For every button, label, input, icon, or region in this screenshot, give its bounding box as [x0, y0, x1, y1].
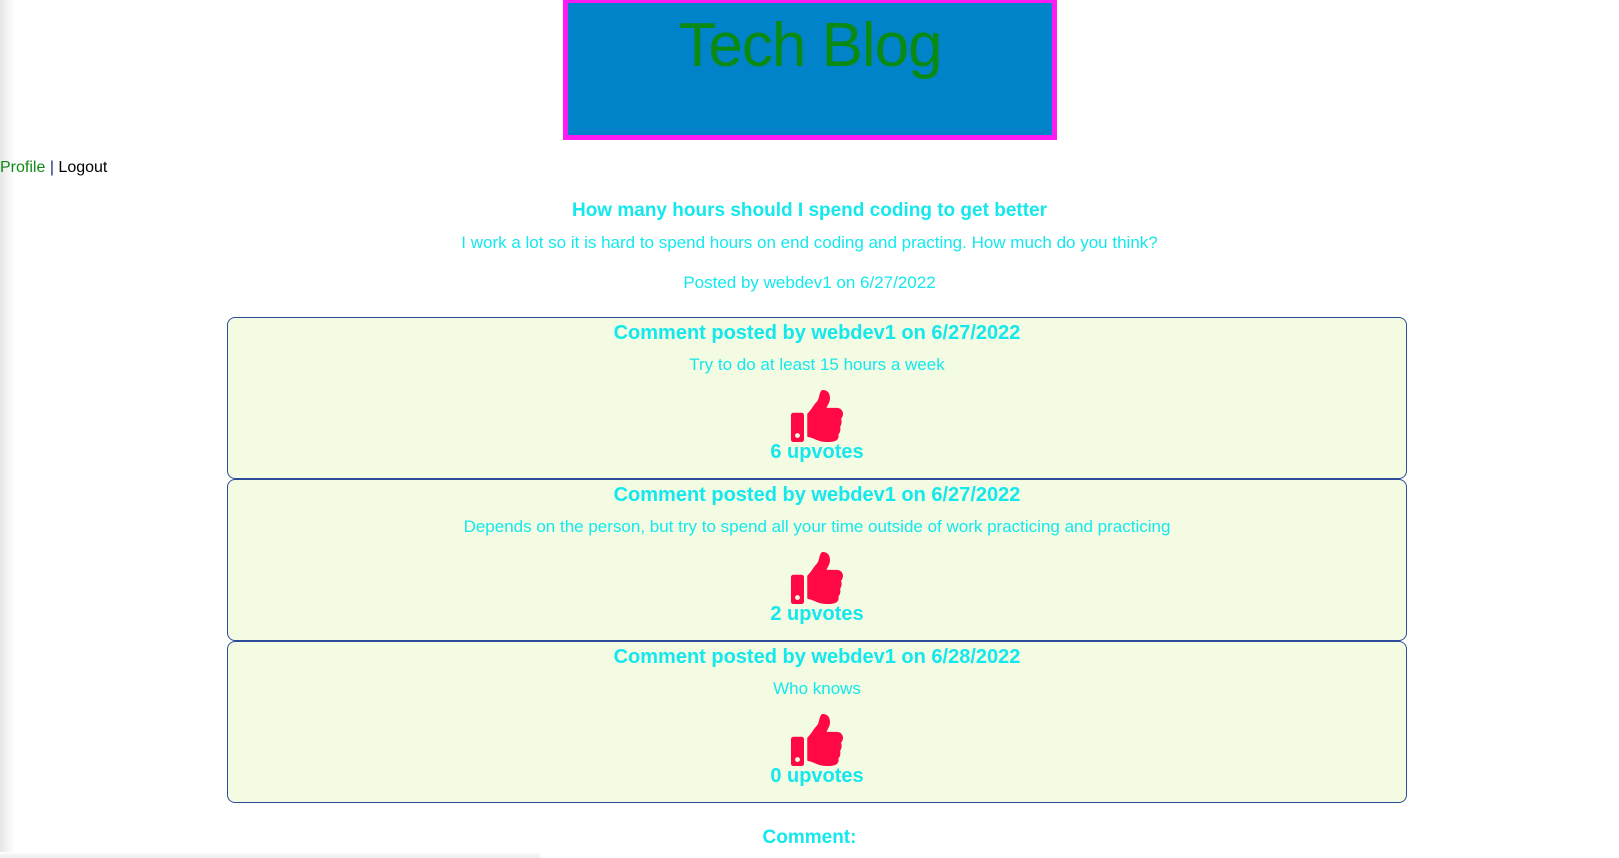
comment-header: Comment posted by webdev1 on 6/27/2022	[613, 322, 1021, 344]
comment-card: Comment posted by webdev1 on 6/27/2022 D…	[227, 479, 1407, 641]
comment-header: Comment posted by webdev1 on 6/28/2022	[613, 646, 1021, 668]
comment-card: Comment posted by webdev1 on 6/28/2022 W…	[227, 641, 1407, 803]
thumbs-up-icon[interactable]	[790, 552, 844, 604]
post-meta: Posted by webdev1 on 6/27/2022	[683, 273, 936, 292]
comment-list: Comment posted by webdev1 on 6/27/2022 T…	[227, 317, 1407, 803]
comment-header: Comment posted by webdev1 on 6/27/2022	[613, 484, 1021, 506]
site-header: Tech Blog	[563, 0, 1057, 140]
profile-link[interactable]: Profile	[0, 159, 45, 176]
window-bottom-shadow	[0, 852, 540, 858]
window-edge-shadow	[0, 0, 14, 858]
post: How many hours should I spend coding to …	[0, 198, 1619, 294]
site-title: Tech Blog	[678, 11, 942, 80]
comment-form-label: Comment:	[762, 827, 857, 848]
thumbs-up-icon[interactable]	[790, 714, 844, 766]
thumbs-up-icon[interactable]	[790, 390, 844, 442]
upvote-count: 6 upvotes	[770, 441, 864, 463]
upvote-count: 2 upvotes	[770, 603, 864, 625]
logout-link[interactable]: Logout	[58, 159, 107, 176]
comment-text: Who knows	[773, 679, 861, 698]
comment-card: Comment posted by webdev1 on 6/27/2022 T…	[227, 317, 1407, 479]
post-body: I work a lot so it is hard to spend hour…	[461, 233, 1158, 252]
nav-separator: |	[49, 159, 54, 176]
top-nav: Profile | Logout	[0, 158, 107, 178]
upvote-count: 0 upvotes	[770, 765, 864, 787]
comment-text: Try to do at least 15 hours a week	[689, 355, 945, 374]
post-title: How many hours should I spend coding to …	[571, 200, 1048, 221]
comment-text: Depends on the person, but try to spend …	[463, 517, 1171, 536]
